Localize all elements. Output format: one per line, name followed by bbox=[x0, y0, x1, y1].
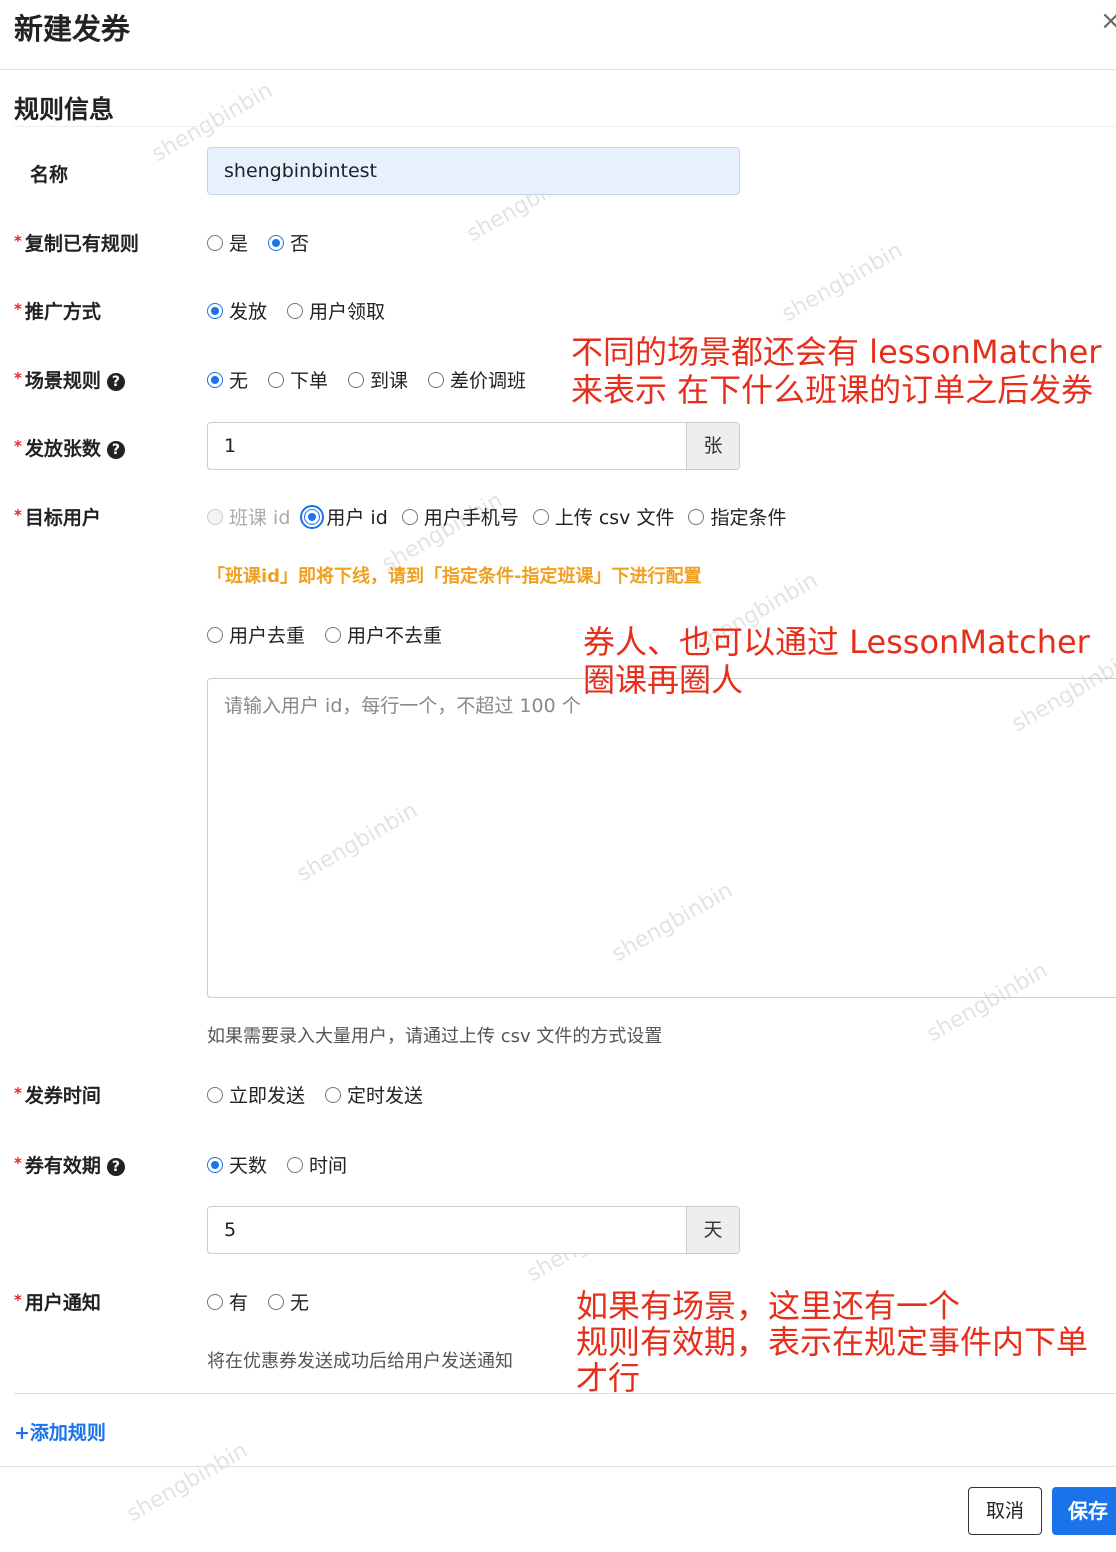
radio-icon bbox=[532, 508, 549, 525]
target-option-phone[interactable]: 用户手机号 bbox=[401, 503, 519, 530]
validity-days-input[interactable]: 5 天 bbox=[207, 1206, 740, 1254]
help-icon[interactable]: ? bbox=[106, 1158, 125, 1176]
watermark: shengbinbin bbox=[777, 237, 908, 328]
cancel-button[interactable]: 取消 bbox=[968, 1487, 1042, 1535]
section-title: 规则信息 bbox=[14, 95, 115, 124]
issue-count-input[interactable]: 1 张 bbox=[207, 422, 740, 470]
radio-icon bbox=[688, 508, 705, 525]
deprecation-warning: 「班课id」即将下线，请到「指定条件-指定班课」下进行配置 bbox=[207, 566, 702, 587]
promo-method-radio-group: 发放 用户领取 bbox=[207, 297, 405, 324]
footer-divider bbox=[0, 1466, 1116, 1467]
validity-days-unit: 天 bbox=[686, 1207, 739, 1253]
radio-icon bbox=[207, 1293, 223, 1310]
scene-option-order[interactable]: 下单 bbox=[268, 366, 328, 393]
validity-radio-group: 天数 时间 bbox=[207, 1151, 367, 1178]
dedupe-option-no[interactable]: 用户不去重 bbox=[325, 621, 442, 648]
target-option-class-id: 班课 id bbox=[207, 503, 290, 530]
notify-hint: 将在优惠券发送成功后给用户发送通知 bbox=[207, 1351, 513, 1372]
radio-checked-icon bbox=[300, 504, 325, 529]
radio-checked-icon bbox=[207, 1156, 223, 1173]
target-option-condition[interactable]: 指定条件 bbox=[688, 503, 786, 530]
scene-rule-radio-group: 无 下单 到课 差价调班 bbox=[207, 366, 546, 393]
radio-icon bbox=[287, 302, 304, 319]
radio-icon bbox=[268, 1293, 285, 1310]
radio-icon bbox=[325, 626, 342, 643]
validity-option-days[interactable]: 天数 bbox=[207, 1151, 267, 1178]
issue-count-label: * 发放张数? bbox=[14, 434, 125, 461]
copy-rule-option-yes[interactable]: 是 bbox=[207, 229, 248, 256]
notify-option-no[interactable]: 无 bbox=[268, 1288, 309, 1315]
notify-radio-group: 有 无 bbox=[207, 1288, 329, 1315]
radio-checked-icon bbox=[268, 234, 285, 251]
copy-rule-label: * 复制已有规则 bbox=[14, 232, 139, 255]
copy-rule-radio-group: 是 否 bbox=[207, 229, 329, 256]
promo-method-label: * 推广方式 bbox=[14, 300, 101, 323]
radio-disabled-icon bbox=[207, 508, 223, 525]
scene-option-attend[interactable]: 到课 bbox=[348, 366, 408, 393]
target-option-csv[interactable]: 上传 csv 文件 bbox=[532, 503, 674, 530]
header-divider bbox=[0, 69, 1116, 70]
target-user-label: * 目标用户 bbox=[14, 506, 101, 529]
radio-icon bbox=[207, 626, 223, 643]
radio-icon bbox=[268, 371, 285, 388]
copy-rule-option-no[interactable]: 否 bbox=[268, 229, 309, 256]
radio-icon bbox=[207, 234, 223, 251]
notify-label: * 用户通知 bbox=[14, 1291, 101, 1314]
radio-icon bbox=[207, 1086, 223, 1103]
target-option-user-id[interactable]: 用户 id bbox=[300, 503, 388, 530]
radio-icon bbox=[348, 371, 365, 388]
dedupe-option-yes[interactable]: 用户去重 bbox=[207, 621, 305, 648]
save-button[interactable]: 保存 bbox=[1052, 1487, 1116, 1535]
csv-hint: 如果需要录入大量用户，请通过上传 csv 文件的方式设置 bbox=[207, 1026, 663, 1047]
radio-icon bbox=[287, 1156, 304, 1173]
add-rule-link[interactable]: +添加规则 bbox=[14, 1418, 106, 1445]
section-divider bbox=[14, 126, 1116, 127]
radio-icon bbox=[428, 371, 445, 388]
issue-count-value: 1 bbox=[224, 435, 237, 457]
target-user-radio-group: 班课 id 用户 id 用户手机号 上传 csv 文件 指定条件 bbox=[207, 503, 806, 530]
watermark: shengbinbin bbox=[122, 1437, 253, 1528]
scene-option-price-diff[interactable]: 差价调班 bbox=[428, 366, 526, 393]
issue-time-option-scheduled[interactable]: 定时发送 bbox=[325, 1081, 423, 1108]
issue-time-radio-group: 立即发送 定时发送 bbox=[207, 1081, 443, 1108]
radio-checked-icon bbox=[207, 371, 223, 388]
user-id-textarea[interactable]: 请输入用户 id，每行一个，不超过 100 个 bbox=[207, 678, 1116, 998]
annotation-validity: 如果有场景，这里还有一个 规则有效期，表示在规定事件内下单 才行 bbox=[576, 1288, 1089, 1396]
annotation-lessonmatcher: 券人、也可以通过 LessonMatcher 圈课再圈人 bbox=[583, 623, 1090, 699]
close-icon[interactable]: × bbox=[1100, 6, 1116, 36]
promo-option-claim[interactable]: 用户领取 bbox=[287, 297, 385, 324]
name-label: 名称 bbox=[30, 164, 69, 186]
help-icon[interactable]: ? bbox=[106, 373, 125, 391]
issue-count-unit: 张 bbox=[686, 423, 739, 469]
name-input[interactable]: shengbinbintest bbox=[207, 147, 740, 195]
help-icon[interactable]: ? bbox=[106, 441, 125, 459]
issue-time-label: * 发券时间 bbox=[14, 1084, 101, 1107]
dialog-title: 新建发券 bbox=[14, 12, 131, 46]
notify-option-yes[interactable]: 有 bbox=[207, 1288, 248, 1315]
issue-time-option-now[interactable]: 立即发送 bbox=[207, 1081, 305, 1108]
validity-option-time[interactable]: 时间 bbox=[287, 1151, 347, 1178]
validity-days-value: 5 bbox=[224, 1219, 237, 1241]
radio-icon bbox=[325, 1086, 342, 1103]
dedupe-radio-group: 用户去重 用户不去重 bbox=[207, 621, 462, 648]
validity-label: * 券有效期? bbox=[14, 1151, 125, 1178]
radio-checked-icon bbox=[207, 302, 223, 319]
radio-icon bbox=[401, 508, 418, 525]
scene-rule-label: * 场景规则? bbox=[14, 366, 125, 393]
promo-option-issue[interactable]: 发放 bbox=[207, 297, 267, 324]
annotation-scene: 不同的场景都还会有 lessonMatcher 来表示 在下什么班课的订单之后发… bbox=[571, 333, 1102, 409]
scene-option-none[interactable]: 无 bbox=[207, 366, 248, 393]
